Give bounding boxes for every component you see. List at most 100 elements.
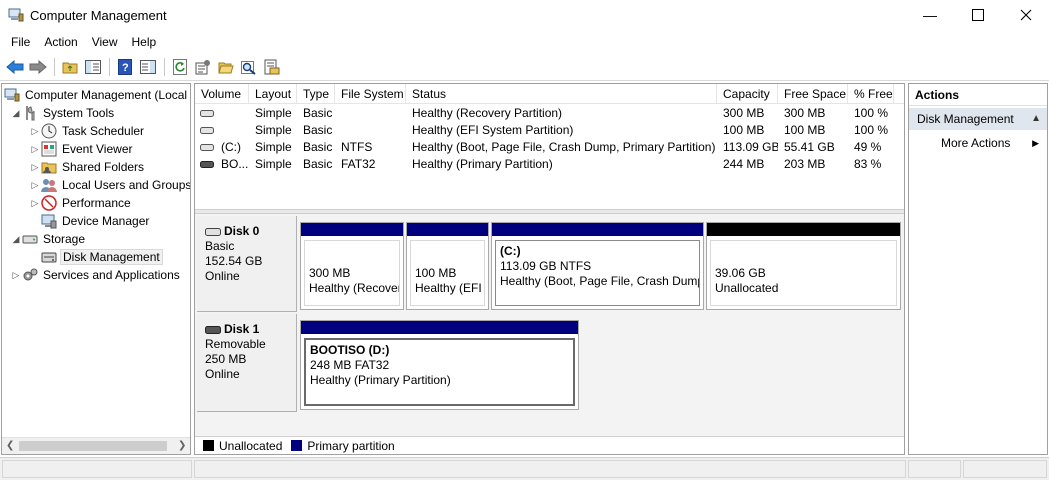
tree-item-services-and-applications[interactable]: ▷ Services and Applications bbox=[10, 266, 182, 284]
minimize-button[interactable]: — bbox=[907, 0, 953, 30]
maximize-button[interactable] bbox=[955, 0, 1001, 30]
expander-expanded-icon[interactable]: ◢ bbox=[10, 107, 22, 119]
expander-collapsed-icon[interactable]: ▷ bbox=[29, 125, 41, 137]
partition-unallocated[interactable]: 39.06 GB Unallocated bbox=[706, 222, 901, 310]
cell-layout: Simple bbox=[255, 140, 292, 154]
tree-item-system-tools[interactable]: ◢ System Tools bbox=[10, 104, 116, 122]
tree-item-device-manager[interactable]: Device Manager bbox=[29, 212, 151, 230]
partition-recovery[interactable]: 300 MB Healthy (Recover bbox=[300, 222, 404, 310]
volume-row[interactable]: Simple Basic Healthy (Recovery Partition… bbox=[195, 105, 904, 122]
volume-row[interactable]: (C:) Simple Basic NTFS Healthy (Boot, Pa… bbox=[195, 139, 904, 156]
forward-button[interactable] bbox=[27, 56, 49, 78]
column-header-layout[interactable]: Layout bbox=[249, 84, 297, 104]
expander-collapsed-icon[interactable]: ▷ bbox=[10, 269, 22, 281]
tree-item-local-users-and-groups[interactable]: ▷ Local Users and Groups bbox=[29, 176, 190, 194]
forward-arrow-icon bbox=[29, 59, 47, 74]
partition-size: 100 MB bbox=[415, 266, 457, 280]
disk-properties-button[interactable] bbox=[261, 56, 283, 78]
up-level-button[interactable] bbox=[59, 56, 81, 78]
tree-horizontal-scrollbar[interactable]: ❮ ❯ bbox=[2, 437, 190, 454]
menu-bar: File Action View Help bbox=[0, 31, 1049, 53]
partition-status: Healthy (Recover bbox=[309, 281, 400, 295]
expander-collapsed-icon[interactable]: ▷ bbox=[29, 143, 41, 155]
svg-text:?: ? bbox=[122, 62, 129, 74]
column-header-percent-free[interactable]: % Free bbox=[848, 84, 894, 104]
partition-c-drive[interactable]: (C:) 113.09 GB NTFS Healthy (Boot, Page … bbox=[491, 222, 704, 310]
tree-item-label: Storage bbox=[43, 232, 86, 246]
disk-1-info[interactable]: Disk 1 Removable 250 MB Online bbox=[197, 314, 297, 412]
expander-collapsed-icon[interactable]: ▷ bbox=[29, 179, 41, 191]
back-arrow-icon bbox=[6, 59, 24, 74]
volume-row[interactable]: Simple Basic Healthy (EFI System Partiti… bbox=[195, 122, 904, 139]
tree-item-disk-management[interactable]: Disk Management bbox=[29, 248, 163, 266]
cell-volume: (C:) bbox=[221, 140, 241, 154]
cell-status: Healthy (Primary Partition) bbox=[412, 157, 553, 171]
scroll-left-icon[interactable]: ❮ bbox=[6, 440, 14, 451]
show-hide-console-tree-button[interactable] bbox=[82, 56, 104, 78]
users-icon bbox=[41, 177, 57, 193]
volume-row[interactable]: BO... Simple Basic FAT32 Healthy (Primar… bbox=[195, 156, 904, 173]
column-header-free-space[interactable]: Free Space bbox=[778, 84, 848, 104]
disk-size: 250 MB bbox=[205, 352, 247, 366]
more-actions-item[interactable]: More Actions ▶ bbox=[909, 133, 1047, 153]
partition-size: 248 MB FAT32 bbox=[310, 358, 390, 372]
tree-item-computer-management[interactable]: Computer Management (Local bbox=[4, 86, 189, 104]
removable-disk-icon bbox=[205, 325, 221, 334]
disk-0-info[interactable]: Disk 0 Basic 152.54 GB Online bbox=[197, 216, 297, 312]
show-hide-action-pane-button[interactable] bbox=[137, 56, 159, 78]
tree-item-storage[interactable]: ◢ Storage bbox=[10, 230, 87, 248]
disk-properties-icon bbox=[264, 59, 280, 74]
disk-graphical-view: Disk 0 Basic 152.54 GB Online 300 MB Hea… bbox=[195, 214, 904, 436]
tree-item-performance[interactable]: ▷ Performance bbox=[29, 194, 133, 212]
expander-collapsed-icon[interactable]: ▷ bbox=[29, 197, 41, 209]
partition-efi[interactable]: 100 MB Healthy (EFI S bbox=[406, 222, 489, 310]
tree-item-shared-folders[interactable]: ▷ Shared Folders bbox=[29, 158, 146, 176]
drive-icon bbox=[200, 127, 214, 134]
tree-item-label: Disk Management bbox=[60, 249, 163, 265]
menu-help[interactable]: Help bbox=[125, 32, 164, 52]
expander-expanded-icon[interactable]: ◢ bbox=[10, 233, 22, 245]
column-header-status[interactable]: Status bbox=[406, 84, 717, 104]
tree-item-label: Shared Folders bbox=[62, 160, 145, 174]
refresh-icon bbox=[173, 58, 187, 75]
column-header-type[interactable]: Type bbox=[297, 84, 335, 104]
open-button[interactable] bbox=[215, 56, 237, 78]
disk-name: Disk 0 bbox=[224, 224, 260, 238]
search-icon bbox=[241, 60, 256, 75]
action-pane-icon bbox=[140, 59, 156, 74]
partition-bootiso[interactable]: BOOTISO (D:) 248 MB FAT32 Healthy (Prima… bbox=[300, 320, 579, 410]
actions-section-disk-management[interactable]: Disk Management ▲ bbox=[909, 108, 1047, 130]
menu-file[interactable]: File bbox=[4, 32, 37, 52]
partition-color-bar bbox=[407, 223, 488, 236]
expander-none bbox=[29, 215, 41, 227]
cell-status: Healthy (Recovery Partition) bbox=[412, 106, 563, 120]
cell-type: Basic bbox=[303, 106, 333, 120]
menu-view[interactable]: View bbox=[85, 32, 125, 52]
storage-icon bbox=[22, 231, 38, 247]
back-button[interactable] bbox=[4, 56, 26, 78]
properties-button[interactable] bbox=[192, 56, 214, 78]
partition-details: 39.06 GB Unallocated bbox=[710, 240, 897, 306]
partition-title: (C:) bbox=[500, 244, 521, 258]
scroll-right-icon[interactable]: ❯ bbox=[178, 440, 186, 451]
search-button[interactable] bbox=[238, 56, 260, 78]
partition-size: 113.09 GB NTFS bbox=[500, 259, 592, 273]
expander-collapsed-icon[interactable]: ▷ bbox=[29, 161, 41, 173]
legend-swatch-primary bbox=[291, 440, 303, 451]
close-button[interactable] bbox=[1003, 0, 1049, 30]
partition-title: BOOTISO (D:) bbox=[310, 343, 390, 357]
menu-action[interactable]: Action bbox=[37, 32, 84, 52]
tree-item-event-viewer[interactable]: ▷ Event Viewer bbox=[29, 140, 134, 158]
column-header-volume[interactable]: Volume bbox=[195, 84, 249, 104]
disk-name: Disk 1 bbox=[224, 322, 260, 336]
help-button[interactable]: ? bbox=[114, 56, 136, 78]
toolbar-separator bbox=[54, 57, 55, 76]
refresh-button[interactable] bbox=[169, 56, 191, 78]
tree-item-task-scheduler[interactable]: ▷ Task Scheduler bbox=[29, 122, 146, 140]
scrollbar-thumb[interactable] bbox=[19, 441, 167, 451]
column-header-file-system[interactable]: File System bbox=[335, 84, 406, 104]
collapse-up-icon[interactable]: ▲ bbox=[1031, 108, 1041, 130]
column-header-capacity[interactable]: Capacity bbox=[717, 84, 778, 104]
disk-state: Online bbox=[205, 367, 240, 381]
cell-file-system bbox=[335, 105, 406, 122]
